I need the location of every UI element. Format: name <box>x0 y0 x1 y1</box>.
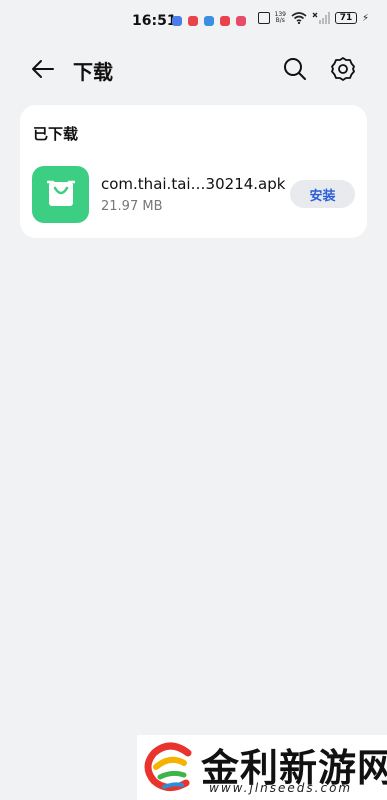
section-title: 已下载 <box>33 125 79 143</box>
arrow-left-icon <box>32 60 54 78</box>
network-speed-unit: B/s <box>275 17 285 24</box>
install-button[interactable]: 安装 <box>290 180 355 208</box>
wifi-icon <box>291 12 307 24</box>
watermark-url: www.jlnseeds.com <box>209 781 353 795</box>
back-button[interactable] <box>28 54 58 84</box>
status-time: 16:51 <box>132 13 177 29</box>
settings-button[interactable] <box>328 54 358 84</box>
app-icon <box>32 166 89 223</box>
notification-icon-4 <box>220 16 230 26</box>
file-name[interactable]: com.thai.tai…30214.apk <box>101 175 285 193</box>
charging-icon: ⚡ <box>361 12 369 24</box>
gear-icon <box>331 57 355 81</box>
notification-icon-1 <box>172 16 182 26</box>
network-speed: 139 B/s <box>275 12 286 24</box>
page-title: 下载 <box>73 60 113 84</box>
battery-icon: 71 <box>334 12 357 24</box>
vibrate-icon <box>257 12 270 24</box>
watermark-logo <box>144 742 192 791</box>
signal-icon <box>312 12 330 24</box>
search-button[interactable] <box>280 54 310 84</box>
watermark: 金利新游网 www.jlnseeds.com <box>137 735 387 800</box>
search-icon <box>284 58 306 80</box>
notification-icon-3 <box>204 16 214 26</box>
status-bar: 16:51 139 B/s 71 ⚡ <box>0 0 387 44</box>
downloaded-card: 已下载 com.thai.tai…30214.apk 21.97 MB 安装 <box>20 105 367 238</box>
notification-icon-2 <box>188 16 198 26</box>
app-header: 下载 <box>0 44 387 94</box>
shopping-bag-icon <box>47 180 75 206</box>
file-size: 21.97 MB <box>101 199 163 214</box>
notification-icon-5 <box>236 16 246 26</box>
